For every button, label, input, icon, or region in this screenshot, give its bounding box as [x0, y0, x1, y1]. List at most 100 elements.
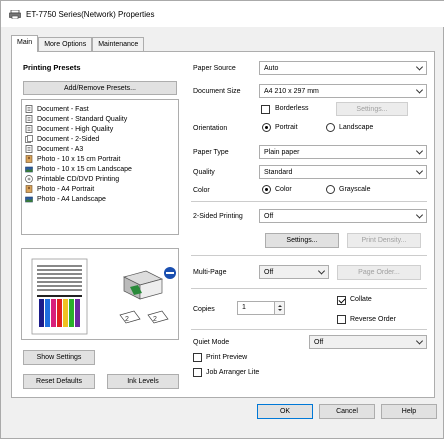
- cancel-button[interactable]: Cancel: [319, 404, 375, 419]
- tab-strip: Main More Options Maintenance: [11, 35, 145, 52]
- multi-page-value: Off: [264, 268, 274, 276]
- photo-icon: [25, 155, 33, 163]
- preset-label: Document - High Quality: [37, 125, 114, 133]
- grayscale-label: Grayscale: [339, 186, 371, 193]
- preset-label: Photo - 10 x 15 cm Portrait: [37, 155, 121, 163]
- print-density-button[interactable]: Print Density...: [347, 233, 421, 248]
- landscape-radio[interactable]: [326, 123, 335, 132]
- page-order-button[interactable]: Page Order...: [337, 265, 421, 280]
- ink-levels-button[interactable]: Ink Levels: [107, 374, 179, 389]
- list-item[interactable]: Photo - 10 x 15 cm Landscape: [25, 164, 175, 174]
- printer-icon: [9, 9, 21, 19]
- print-preview-checkbox[interactable]: [193, 353, 202, 362]
- multi-page-select[interactable]: Off: [259, 265, 329, 279]
- color-label: Color: [193, 187, 210, 194]
- divider: [191, 201, 427, 202]
- two-sided-settings-button[interactable]: Settings...: [265, 233, 339, 248]
- svg-text:2: 2: [125, 316, 129, 323]
- preset-label: Photo - A4 Landscape: [37, 195, 106, 203]
- collate-checkbox[interactable]: [337, 296, 346, 305]
- two-sided-select[interactable]: Off: [259, 209, 427, 223]
- paper-type-select[interactable]: Plain paper: [259, 145, 427, 159]
- chevron-down-icon: [415, 86, 424, 94]
- borderless-label: Borderless: [275, 105, 309, 112]
- quiet-mode-value: Off: [314, 338, 324, 346]
- help-button[interactable]: Help: [381, 404, 437, 419]
- orientation-label: Orientation: [193, 125, 228, 132]
- settings-preview: 2 2: [21, 248, 179, 340]
- document-size-label: Document Size: [193, 88, 241, 95]
- list-item[interactable]: Printable CD/DVD Printing: [25, 174, 175, 184]
- paper-source-select[interactable]: Auto: [259, 61, 427, 75]
- list-item[interactable]: Photo - A4 Landscape: [25, 194, 175, 204]
- preset-label: Photo - 10 x 15 cm Landscape: [37, 165, 132, 173]
- paper-source-value: Auto: [264, 64, 279, 72]
- copies-value: 1: [242, 304, 246, 311]
- photo-landscape-icon: [25, 165, 33, 173]
- tab-main[interactable]: Main: [11, 35, 39, 52]
- borderless-checkbox[interactable]: [261, 105, 270, 114]
- document-icon: [25, 125, 33, 133]
- chevron-down-icon: [415, 337, 424, 345]
- preset-label: Printable CD/DVD Printing: [37, 175, 120, 183]
- two-sided-label: 2-Sided Printing: [193, 213, 243, 220]
- preset-label: Document - Fast: [37, 105, 89, 113]
- chevron-down-icon: [317, 267, 326, 275]
- divider: [191, 329, 427, 330]
- list-item[interactable]: Document - A3: [25, 144, 175, 154]
- quality-select[interactable]: Standard: [259, 165, 427, 179]
- two-sided-value: Off: [264, 212, 274, 220]
- reverse-order-checkbox[interactable]: [337, 315, 346, 324]
- list-item[interactable]: Photo - A4 Portrait: [25, 184, 175, 194]
- preset-label: Photo - A4 Portrait: [37, 185, 95, 193]
- title-bar[interactable]: ET-7750 Series(Network) Properties: [1, 1, 444, 27]
- spinner-arrows-icon[interactable]: [274, 302, 284, 314]
- copies-stepper[interactable]: 1: [237, 301, 285, 315]
- document-icon: [25, 115, 33, 123]
- list-item[interactable]: Photo - 10 x 15 cm Portrait: [25, 154, 175, 164]
- preset-label: Document - A3: [37, 145, 84, 153]
- window-title: ET-7750 Series(Network) Properties: [26, 9, 155, 19]
- borderless-settings-button[interactable]: Settings...: [336, 102, 408, 116]
- chevron-down-icon: [415, 167, 424, 175]
- properties-window: ET-7750 Series(Network) Properties Main …: [0, 0, 444, 439]
- portrait-radio[interactable]: [262, 123, 271, 132]
- job-arranger-label: Job Arranger Lite: [206, 369, 260, 376]
- paper-type-value: Plain paper: [264, 148, 300, 156]
- show-settings-button[interactable]: Show Settings: [23, 350, 95, 365]
- tab-more-options[interactable]: More Options: [38, 37, 93, 51]
- presets-list[interactable]: Document - Fast Document - Standard Qual…: [21, 99, 179, 235]
- copies-label: Copies: [193, 306, 215, 313]
- print-preview-label: Print Preview: [206, 354, 248, 361]
- list-item[interactable]: Document - Standard Quality: [25, 114, 175, 124]
- preset-label: Document - 2-Sided: [37, 135, 100, 143]
- quiet-mode-select[interactable]: Off: [309, 335, 427, 349]
- quality-value: Standard: [264, 168, 293, 176]
- photo-landscape-icon: [25, 195, 33, 203]
- grayscale-radio[interactable]: [326, 185, 335, 194]
- ok-button[interactable]: OK: [257, 404, 313, 419]
- list-item[interactable]: Document - Fast: [25, 104, 175, 114]
- reverse-order-label: Reverse Order: [350, 316, 396, 323]
- paper-type-label: Paper Type: [193, 149, 229, 156]
- document-icon: [25, 145, 33, 153]
- list-item[interactable]: Document - 2-Sided: [25, 134, 175, 144]
- add-remove-presets-button[interactable]: Add/Remove Presets...: [23, 81, 177, 95]
- photo-icon: [25, 185, 33, 193]
- cd-icon: [25, 175, 33, 183]
- tab-maintenance[interactable]: Maintenance: [92, 37, 145, 51]
- document-size-value: A4 210 x 297 mm: [264, 87, 319, 95]
- reset-defaults-button[interactable]: Reset Defaults: [23, 374, 95, 389]
- quality-label: Quality: [193, 169, 215, 176]
- document-2sided-icon: [25, 135, 33, 143]
- color-radio[interactable]: [262, 185, 271, 194]
- preview-illustration: 2 2: [31, 258, 176, 335]
- chevron-down-icon: [415, 147, 424, 155]
- document-size-select[interactable]: A4 210 x 297 mm: [259, 84, 427, 98]
- paper-source-label: Paper Source: [193, 65, 236, 72]
- landscape-label: Landscape: [339, 124, 374, 131]
- printing-presets-heading: Printing Presets: [23, 63, 81, 72]
- job-arranger-checkbox[interactable]: [193, 368, 202, 377]
- list-item[interactable]: Document - High Quality: [25, 124, 175, 134]
- color-option-label: Color: [275, 186, 292, 193]
